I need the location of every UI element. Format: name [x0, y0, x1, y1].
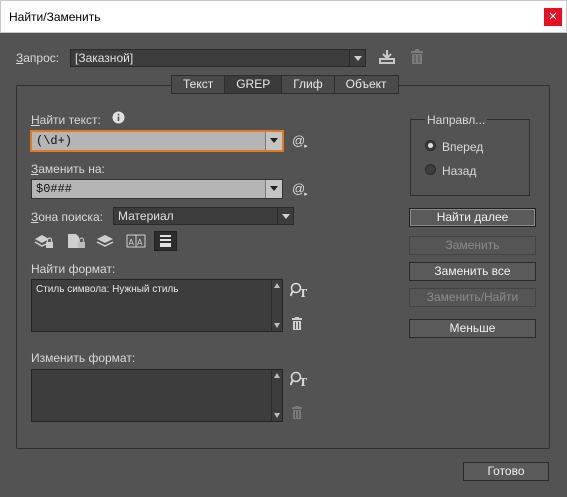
- search-zone-label: Зона поиска:: [31, 210, 103, 224]
- change-format-box[interactable]: [31, 369, 283, 422]
- info-icon[interactable]: [112, 111, 125, 124]
- replace-with-field[interactable]: $0###: [31, 179, 283, 199]
- window-title: Найти/Заменить: [9, 10, 101, 24]
- scroll-down-icon[interactable]: [274, 323, 280, 328]
- search-zone-select[interactable]: Материал: [113, 207, 294, 225]
- replace-find-button[interactable]: Заменить/Найти: [409, 288, 536, 307]
- less-button[interactable]: Меньше: [409, 319, 536, 338]
- scrollbar[interactable]: [271, 370, 282, 421]
- include-locked-stories-icon[interactable]: [66, 233, 86, 249]
- chevron-down-icon[interactable]: [349, 50, 365, 66]
- tab-glyph[interactable]: Глиф: [281, 75, 334, 94]
- svg-text:A: A: [129, 238, 135, 247]
- query-select[interactable]: [Заказной]: [70, 49, 366, 67]
- scroll-down-icon[interactable]: [274, 413, 280, 418]
- chevron-down-icon[interactable]: [265, 132, 282, 150]
- query-value: [Заказной]: [75, 51, 134, 65]
- special-chars-find-icon[interactable]: @▸: [292, 133, 309, 150]
- include-master-pages-icon[interactable]: A A: [126, 233, 146, 249]
- svg-text:T: T: [299, 376, 308, 387]
- direction-backward-label[interactable]: Назад: [442, 164, 476, 178]
- specify-find-format-icon[interactable]: T: [290, 282, 308, 298]
- tab-object[interactable]: Объект: [333, 75, 399, 94]
- close-button[interactable]: ✕: [544, 8, 562, 26]
- query-label: Запрос:: [16, 51, 60, 65]
- find-text-value: (\d+): [36, 134, 73, 148]
- tab-text[interactable]: Текст: [171, 75, 225, 94]
- find-format-box[interactable]: Стиль символа: Нужный стиль: [31, 279, 283, 332]
- find-text-field[interactable]: (\d+): [31, 131, 283, 151]
- direction-forward-radio[interactable]: [425, 140, 436, 151]
- replace-all-button[interactable]: Заменить все: [409, 262, 536, 281]
- find-text-label: Найти текст:: [31, 113, 101, 127]
- direction-title: Направл...: [425, 113, 488, 127]
- include-hidden-layers-icon[interactable]: [96, 233, 116, 249]
- chevron-down-icon[interactable]: [265, 180, 282, 198]
- include-locked-layers-icon[interactable]: [34, 233, 54, 249]
- special-chars-replace-icon[interactable]: @▸: [292, 181, 309, 198]
- specify-change-format-icon[interactable]: T: [290, 371, 308, 387]
- find-format-label: Найти формат:: [31, 262, 116, 276]
- footnotes-icon: [160, 235, 171, 247]
- delete-query-icon[interactable]: [410, 49, 424, 65]
- tab-strip: Текст GREP Глиф Объект: [171, 75, 399, 94]
- direction-group: [410, 119, 530, 196]
- direction-backward-radio[interactable]: [425, 164, 436, 175]
- replace-with-label: Заменить на:: [31, 162, 105, 176]
- svg-text:A: A: [137, 238, 143, 247]
- clear-find-format-icon[interactable]: [291, 317, 303, 330]
- scroll-up-icon[interactable]: [274, 283, 280, 288]
- find-next-button[interactable]: Найти далее: [409, 208, 536, 227]
- search-zone-value: Материал: [118, 209, 174, 223]
- change-format-label: Изменить формат:: [31, 351, 136, 365]
- title-bar: Найти/Заменить ✕: [0, 0, 567, 33]
- scrollbar[interactable]: [271, 280, 282, 331]
- clear-change-format-icon: [292, 406, 302, 419]
- save-query-icon[interactable]: [378, 49, 396, 65]
- done-button[interactable]: Готово: [463, 462, 549, 481]
- find-format-content: Стиль символа: Нужный стиль: [36, 284, 179, 295]
- scroll-up-icon[interactable]: [274, 373, 280, 378]
- tab-grep[interactable]: GREP: [224, 75, 282, 94]
- include-footnotes-toggle[interactable]: [154, 231, 177, 251]
- replace-with-value: $0###: [36, 182, 73, 196]
- svg-text:T: T: [299, 287, 308, 298]
- direction-forward-label[interactable]: Вперед: [442, 140, 483, 154]
- chevron-down-icon[interactable]: [277, 208, 293, 224]
- replace-button[interactable]: Заменить: [409, 236, 536, 255]
